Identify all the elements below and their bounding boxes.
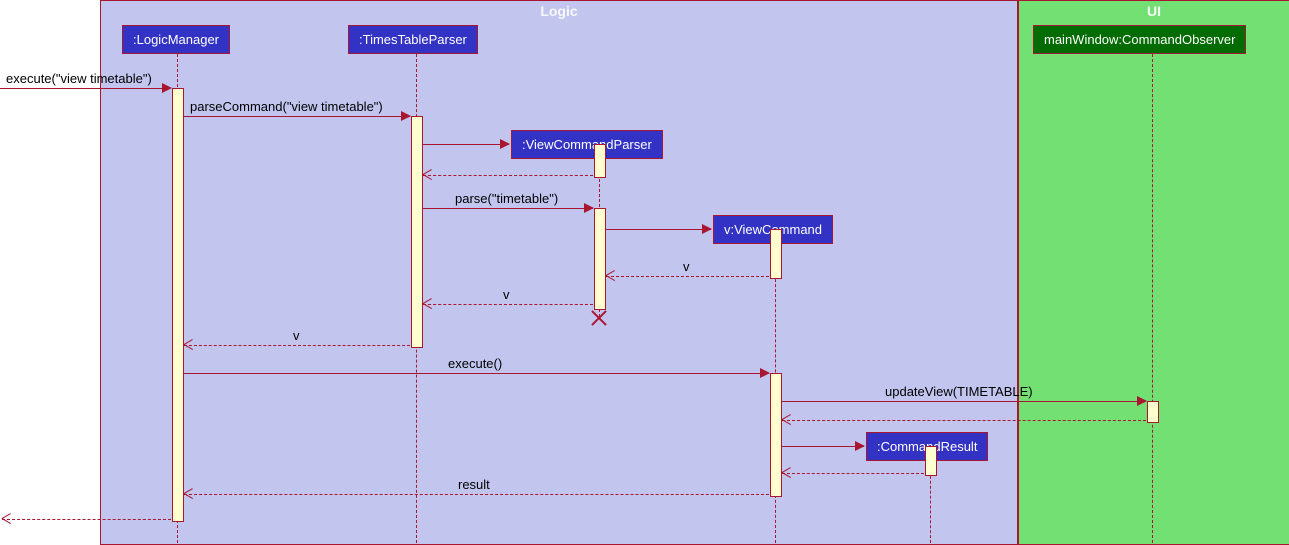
msg-v2: v (503, 287, 510, 302)
activation-command-result (925, 446, 937, 476)
activation-view-command-parser-2 (594, 208, 606, 310)
arrowhead-m8 (1137, 396, 1147, 406)
participant-times-table-parser: :TimesTableParser (348, 25, 478, 54)
arrowhead-ret-cr (782, 468, 792, 478)
activation-view-command-parser-1 (594, 144, 606, 178)
arrow-update-view (781, 401, 1146, 402)
arrowhead-ret-vcp1 (423, 170, 433, 180)
arrowhead-ret-v1 (606, 271, 616, 281)
arrowhead-m7 (760, 368, 770, 378)
msg-v1: v (683, 259, 690, 274)
msg-v3: v (293, 328, 300, 343)
arrow-ret-vcp1 (423, 175, 593, 176)
participant-main-window: mainWindow:CommandObserver (1033, 25, 1246, 54)
frame-logic-title: Logic (540, 3, 577, 19)
arrowhead-ret-v3 (184, 340, 194, 350)
arrow-create-vcp (422, 144, 509, 145)
frame-ui-title: UI (1147, 3, 1161, 19)
arrowhead-ret-final (2, 514, 12, 524)
msg-parse-timetable: parse("timetable") (455, 191, 558, 206)
arrowhead-create-cr (855, 441, 865, 451)
arrow-ret-cr (782, 473, 924, 474)
arrow-ret-v2 (423, 304, 593, 305)
msg-result: result (458, 477, 490, 492)
arrowhead-ret-mw (782, 415, 792, 425)
arrow-ret-mw (782, 420, 1146, 421)
arrowhead-m3 (584, 203, 594, 213)
participant-logic-manager: :LogicManager (122, 25, 230, 54)
arrow-ret-v1 (606, 276, 769, 277)
activation-view-command-2 (770, 373, 782, 497)
arrowhead-create-vc (702, 224, 712, 234)
arrowhead-m1 (162, 83, 172, 93)
activation-times-table-parser (411, 116, 423, 348)
arrow-create-cr (781, 446, 864, 447)
arrow-parse-timetable (422, 208, 593, 209)
arrow-ret-result (184, 494, 769, 495)
msg-execute: execute() (448, 356, 502, 371)
lifeline-main-window (1152, 54, 1153, 543)
activation-view-command-1 (770, 229, 782, 279)
activation-main-window (1147, 401, 1159, 423)
arrowhead-m2 (401, 111, 411, 121)
arrow-ret-final (2, 519, 171, 520)
participant-view-command-parser: :ViewCommandParser (511, 130, 663, 159)
arrow-create-vc (605, 229, 711, 230)
destroy-vcp (589, 308, 609, 328)
arrow-execute-view (0, 88, 170, 89)
msg-parse-command: parseCommand("view timetable") (190, 99, 383, 114)
msg-update-view: updateView(TIMETABLE) (885, 384, 1033, 399)
frame-ui: UI (1018, 0, 1289, 545)
arrow-parse-command (183, 116, 410, 117)
activation-logic-manager (172, 88, 184, 522)
arrow-ret-v3 (184, 345, 410, 346)
arrow-execute (183, 373, 769, 374)
frame-logic: Logic (100, 0, 1018, 545)
arrowhead-ret-result (184, 489, 194, 499)
arrowhead-create-vcp (500, 139, 510, 149)
arrowhead-ret-v2 (423, 299, 433, 309)
msg-execute-view: execute("view timetable") (6, 71, 152, 86)
